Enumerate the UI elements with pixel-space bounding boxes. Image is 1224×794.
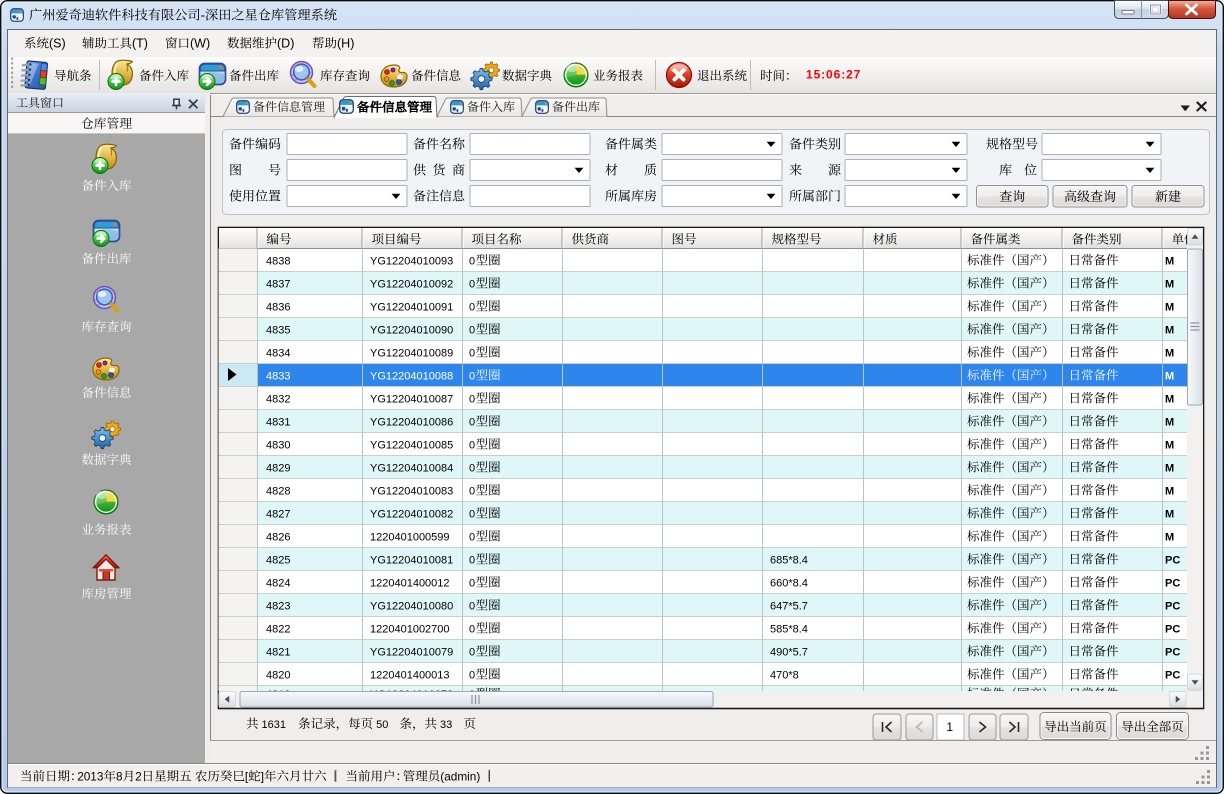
svg-text:YG12204010089: YG12204010089 bbox=[370, 348, 453, 360]
svg-text:M: M bbox=[1165, 371, 1174, 383]
svg-text:YG12204010081: YG12204010081 bbox=[370, 555, 453, 567]
svg-text:4823: 4823 bbox=[266, 601, 290, 613]
svg-text:M: M bbox=[1165, 440, 1174, 452]
svg-text:M: M bbox=[1165, 463, 1174, 475]
svg-text:YG12204010079: YG12204010079 bbox=[370, 647, 453, 659]
svg-text:1220401002700: 1220401002700 bbox=[370, 624, 450, 636]
svg-text:]: ] bbox=[261, 770, 264, 784]
svg-text:YG12204010085: YG12204010085 bbox=[370, 440, 453, 452]
svg-text:1: 1 bbox=[946, 720, 953, 734]
svg-text:PC: PC bbox=[1165, 624, 1180, 636]
svg-text:1220401400013: 1220401400013 bbox=[370, 670, 450, 682]
svg-text:YG12204010092: YG12204010092 bbox=[370, 279, 453, 291]
svg-text:PC: PC bbox=[1165, 601, 1180, 613]
svg-text:YG12204010082: YG12204010082 bbox=[370, 509, 453, 521]
svg-text:M: M bbox=[1165, 279, 1174, 291]
svg-text:15:06:27: 15:06:27 bbox=[806, 68, 861, 82]
svg-text:M: M bbox=[1165, 486, 1174, 498]
svg-text:M: M bbox=[1165, 394, 1174, 406]
svg-text:M: M bbox=[1165, 532, 1174, 544]
svg-text:-: - bbox=[201, 8, 205, 23]
svg-text:PC: PC bbox=[1165, 647, 1180, 659]
svg-text:YG12204010090: YG12204010090 bbox=[370, 325, 453, 337]
svg-text:2: 2 bbox=[135, 770, 142, 784]
svg-text:4830: 4830 bbox=[266, 440, 290, 452]
svg-text:490*5.7: 490*5.7 bbox=[770, 647, 808, 659]
svg-text:4829: 4829 bbox=[266, 463, 290, 475]
svg-text:YG12204010088: YG12204010088 bbox=[370, 371, 453, 383]
svg-text:4821: 4821 bbox=[266, 647, 290, 659]
svg-text:1220401000599: 1220401000599 bbox=[370, 532, 450, 544]
svg-text:4820: 4820 bbox=[266, 670, 290, 682]
svg-text:(S): (S) bbox=[49, 37, 66, 51]
svg-text:(H): (H) bbox=[337, 37, 354, 51]
svg-text:4827: 4827 bbox=[266, 509, 290, 521]
svg-text:4831: 4831 bbox=[266, 417, 290, 429]
svg-text:YG12204010087: YG12204010087 bbox=[370, 394, 453, 406]
svg-text:(D): (D) bbox=[277, 37, 294, 51]
svg-text:4822: 4822 bbox=[266, 624, 290, 636]
svg-text:YG12204010091: YG12204010091 bbox=[370, 302, 453, 314]
svg-text:4826: 4826 bbox=[266, 532, 290, 544]
svg-text:647*5.7: 647*5.7 bbox=[770, 601, 808, 613]
svg-text:YG12204010084: YG12204010084 bbox=[370, 463, 453, 475]
svg-text:(admin): (admin) bbox=[440, 770, 483, 784]
svg-text:4836: 4836 bbox=[266, 302, 290, 314]
svg-text:4824: 4824 bbox=[266, 578, 290, 590]
svg-text:M: M bbox=[1165, 509, 1174, 521]
svg-text:PC: PC bbox=[1165, 670, 1180, 682]
svg-text:2013: 2013 bbox=[77, 770, 104, 784]
svg-text:YG12204010083: YG12204010083 bbox=[370, 486, 453, 498]
svg-text:50: 50 bbox=[373, 719, 391, 731]
svg-text:4834: 4834 bbox=[266, 348, 290, 360]
svg-text:YG12204010080: YG12204010080 bbox=[370, 601, 453, 613]
svg-text:8: 8 bbox=[116, 770, 123, 784]
svg-text:1220401400012: 1220401400012 bbox=[370, 578, 450, 590]
svg-text:PC: PC bbox=[1165, 555, 1180, 567]
svg-text:M: M bbox=[1165, 325, 1174, 337]
svg-text:1631: 1631 bbox=[259, 719, 290, 731]
svg-text:M: M bbox=[1165, 256, 1174, 268]
svg-text:(W): (W) bbox=[190, 37, 210, 51]
svg-text:4837: 4837 bbox=[266, 279, 290, 291]
svg-text:M: M bbox=[1165, 348, 1174, 360]
svg-text:660*8.4: 660*8.4 bbox=[770, 578, 808, 590]
svg-text:PC: PC bbox=[1165, 578, 1180, 590]
svg-text:585*8.4: 585*8.4 bbox=[770, 624, 808, 636]
svg-text:YG12204010093: YG12204010093 bbox=[370, 256, 453, 268]
svg-text:M: M bbox=[1165, 302, 1174, 314]
svg-text:YG12204010086: YG12204010086 bbox=[370, 417, 453, 429]
svg-text:(T): (T) bbox=[132, 37, 148, 51]
svg-text:33: 33 bbox=[437, 719, 455, 731]
svg-text:4838: 4838 bbox=[266, 256, 290, 268]
svg-text:4832: 4832 bbox=[266, 394, 290, 406]
svg-text:M: M bbox=[1165, 417, 1174, 429]
svg-text:470*8: 470*8 bbox=[770, 670, 799, 682]
svg-text:4835: 4835 bbox=[266, 325, 290, 337]
svg-text:4825: 4825 bbox=[266, 555, 290, 567]
svg-text:685*8.4: 685*8.4 bbox=[770, 555, 808, 567]
svg-text:4833: 4833 bbox=[266, 371, 290, 383]
svg-text:4828: 4828 bbox=[266, 486, 290, 498]
